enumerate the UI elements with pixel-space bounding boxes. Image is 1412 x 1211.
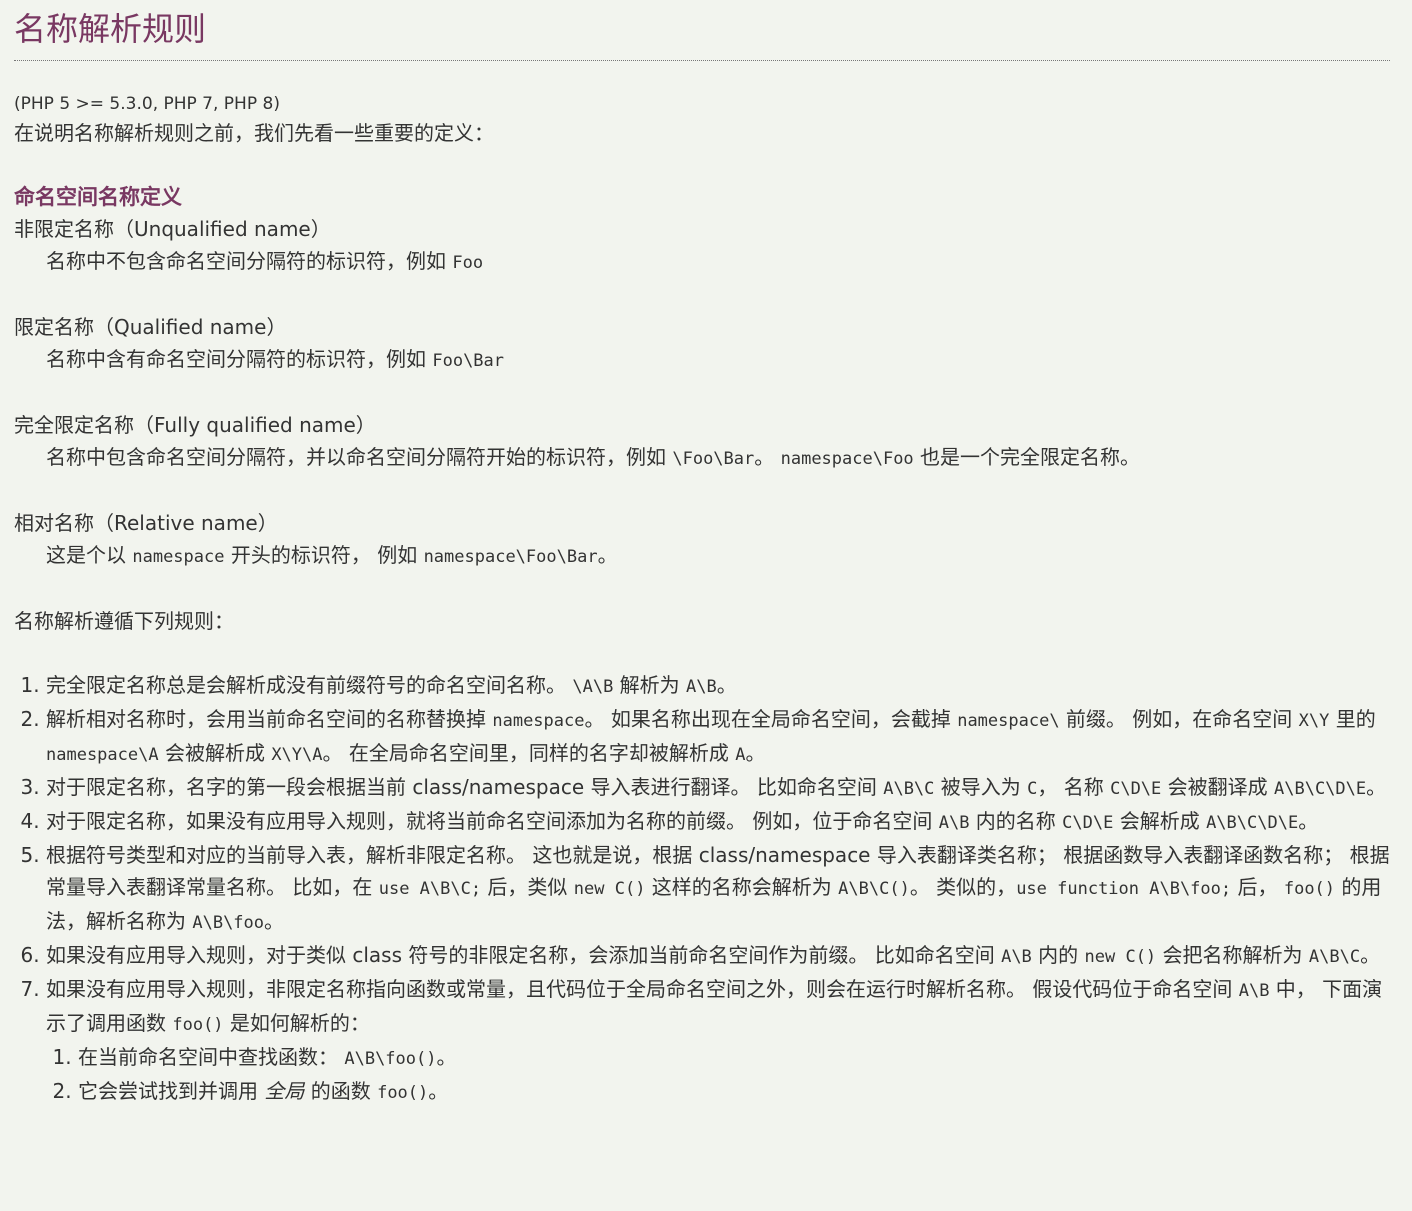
list-item: 如果没有应用导入规则，非限定名称指向函数或常量，且代码位于全局命名空间之外，则会… [46, 973, 1390, 1109]
sub-steps-list: 在当前命名空间中查找函数： A\B\foo()。 它会尝试找到并调用 全局 的函… [46, 1041, 1390, 1109]
definition-term: 非限定名称（Unqualified name） [14, 217, 331, 241]
definition-term: 相对名称（Relative name） [14, 511, 278, 535]
definition-term: 完全限定名称（Fully qualified name） [14, 413, 376, 437]
list-item: 如果没有应用导入规则，对于类似 class 符号的非限定名称，会添加当前命名空间… [46, 939, 1390, 973]
list-item: 它会尝试找到并调用 全局 的函数 foo()。 [78, 1075, 1390, 1109]
definitions-heading: 命名空间名称定义 [14, 185, 182, 209]
version-info: (PHP 5 >= 5.3.0, PHP 7, PHP 8) [14, 94, 280, 114]
list-item: 根据符号类型和对应的当前导入表，解析非限定名称。 这也就是说，根据 class/… [46, 839, 1390, 939]
intro-text: 在说明名称解析规则之前，我们先看一些重要的定义： [14, 121, 494, 145]
list-item: 在当前命名空间中查找函数： A\B\foo()。 [78, 1041, 1390, 1075]
list-item: 解析相对名称时，会用当前命名空间的名称替换掉 namespace。 如果名称出现… [46, 703, 1390, 771]
list-item: 完全限定名称总是会解析成没有前缀符号的命名空间名称。 \A\B 解析为 A\B。 [46, 669, 1390, 703]
rules-lead: 名称解析遵循下列规则： [14, 609, 234, 633]
definition-desc: 名称中不包含命名空间分隔符的标识符，例如 Foo [46, 249, 484, 273]
list-item: 对于限定名称，名字的第一段会根据当前 class/namespace 导入表进行… [46, 771, 1390, 805]
definition-term: 限定名称（Qualified name） [14, 315, 287, 339]
definitions-list: 非限定名称（Unqualified name） 名称中不包含命名空间分隔符的标识… [14, 213, 1390, 573]
definition-desc: 名称中包含命名空间分隔符，并以命名空间分隔符开始的标识符，例如 \Foo\Bar… [46, 445, 1141, 469]
definition-desc: 这是个以 namespace 开头的标识符， 例如 namespace\Foo\… [46, 543, 618, 567]
definition-desc: 名称中含有命名空间分隔符的标识符，例如 Foo\Bar [46, 347, 505, 371]
page-title: 名称解析规则 [14, 6, 1390, 61]
list-item: 对于限定名称，如果没有应用导入规则，就将当前命名空间添加为名称的前缀。 例如，位… [46, 805, 1390, 839]
rules-list: 完全限定名称总是会解析成没有前缀符号的命名空间名称。 \A\B 解析为 A\B。… [14, 669, 1390, 1109]
